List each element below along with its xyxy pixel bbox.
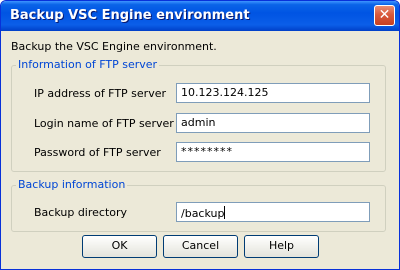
intro-text: Backup the VSC Engine environment. — [11, 40, 217, 53]
ftp-server-group: Information of FTP server IP address of … — [11, 58, 386, 172]
dialog-window: Backup VSC Engine environment ✕ Backup t… — [0, 0, 400, 270]
help-button[interactable]: Help — [244, 235, 319, 258]
title-bar[interactable]: Backup VSC Engine environment ✕ — [1, 1, 399, 31]
backup-directory-label: Backup directory — [34, 206, 128, 219]
cancel-button[interactable]: Cancel — [163, 235, 238, 258]
backup-directory-field[interactable]: /backup — [176, 202, 370, 222]
ftp-server-group-title: Information of FTP server — [16, 58, 160, 71]
password-field[interactable]: ******** — [176, 142, 370, 162]
backup-directory-value: /backup — [181, 207, 225, 220]
backup-info-group-title: Backup information — [16, 178, 128, 191]
login-name-field[interactable]: admin — [176, 113, 370, 133]
ok-button[interactable]: OK — [82, 235, 157, 258]
ip-address-label: IP address of FTP server — [34, 87, 166, 100]
backup-info-group: Backup information Backup directory /bac… — [11, 178, 386, 232]
close-icon[interactable]: ✕ — [374, 5, 395, 26]
text-caret — [224, 206, 226, 219]
window-title: Backup VSC Engine environment — [10, 8, 250, 23]
password-label: Password of FTP server — [34, 146, 161, 159]
login-name-label: Login name of FTP server — [34, 117, 174, 130]
ip-address-field[interactable]: 10.123.124.125 — [176, 83, 370, 103]
